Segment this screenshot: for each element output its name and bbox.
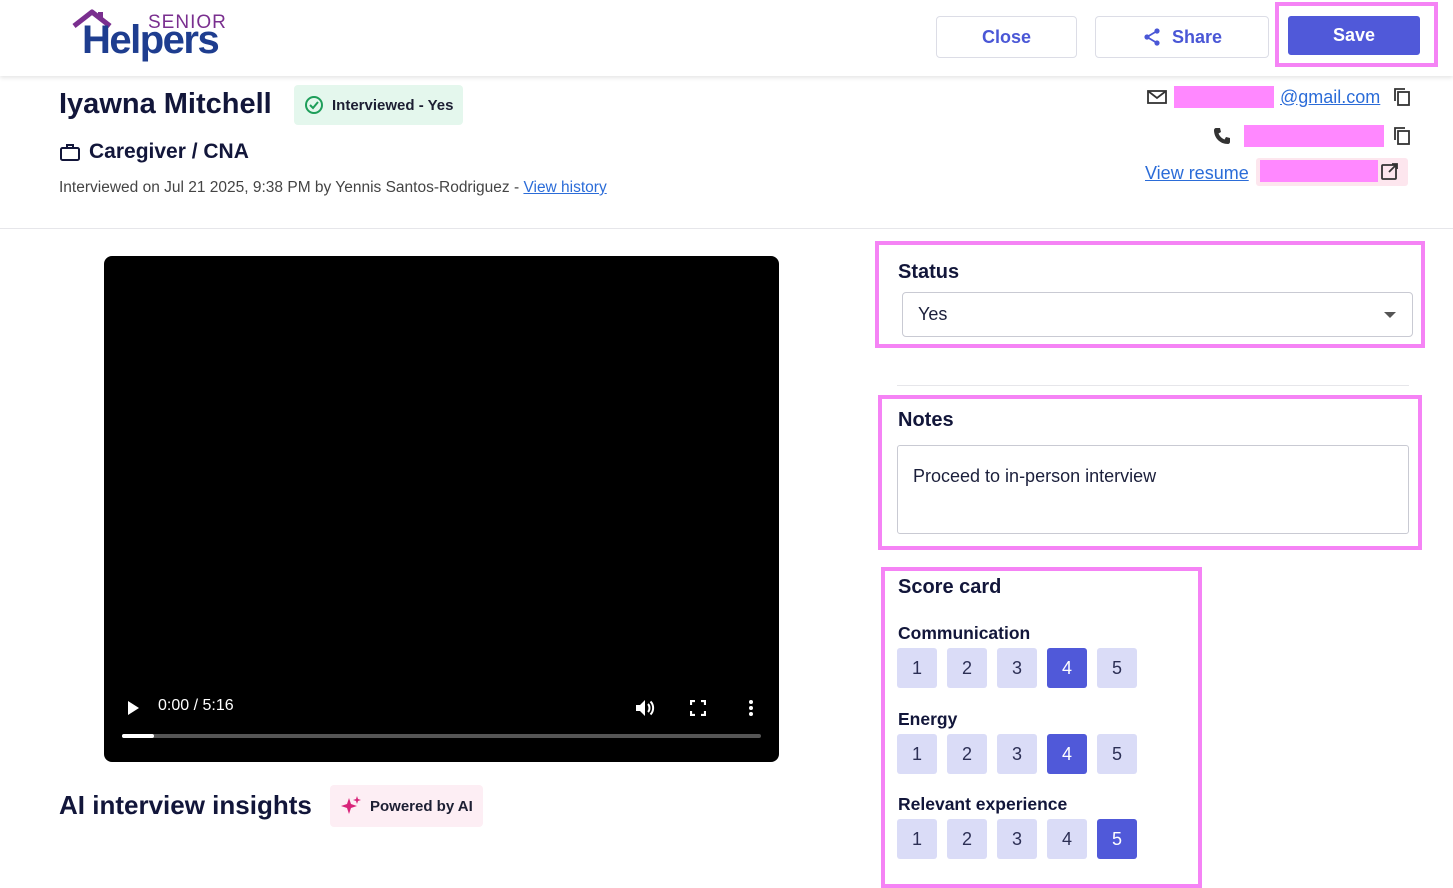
briefcase-icon: [60, 144, 80, 161]
copy-icon[interactable]: [1392, 125, 1412, 147]
status-badge-label: Interviewed - Yes: [332, 96, 454, 114]
score-label: Communication: [898, 623, 1031, 643]
score-option-button[interactable]: 3: [997, 648, 1037, 688]
score-row: 12345: [897, 819, 1137, 859]
ai-insights-title: AI interview insights: [59, 790, 312, 820]
score-option-button[interactable]: 1: [897, 648, 937, 688]
score-option-button[interactable]: 5: [1097, 648, 1137, 688]
score-label: Energy: [898, 709, 958, 729]
fullscreen-icon[interactable]: [690, 700, 706, 716]
score-option-button[interactable]: 1: [897, 819, 937, 859]
video-progress-fill: [122, 734, 154, 738]
score-option-button[interactable]: 5: [1097, 819, 1137, 859]
video-player[interactable]: 0:00 / 5:16: [104, 256, 779, 762]
copy-icon[interactable]: [1392, 86, 1412, 108]
view-resume-link[interactable]: View resume: [1145, 163, 1249, 184]
chevron-down-icon: [1384, 312, 1396, 318]
powered-by-ai-label: Powered by AI: [370, 797, 473, 815]
mail-icon: [1147, 90, 1167, 104]
interview-meta: Interviewed on Jul 21 2025, 9:38 PM by Y…: [59, 179, 607, 197]
top-bar: SENIOR Helpers Close Share Save: [0, 0, 1453, 76]
contact-email: @gmail.com: [1146, 84, 1412, 110]
phone-icon: [1214, 128, 1230, 144]
more-options-icon[interactable]: [748, 699, 754, 717]
score-option-button[interactable]: 4: [1047, 648, 1087, 688]
header-divider: [0, 228, 1453, 229]
volume-icon[interactable]: [634, 698, 656, 718]
score-option-button[interactable]: 2: [947, 734, 987, 774]
powered-by-ai-badge: Powered by AI: [330, 785, 483, 827]
score-row: 12345: [897, 734, 1137, 774]
share-icon: [1144, 28, 1160, 46]
status-title: Status: [898, 261, 960, 283]
external-link-icon: [1381, 163, 1398, 180]
status-select[interactable]: Yes: [902, 292, 1413, 337]
save-button[interactable]: Save: [1288, 16, 1420, 55]
score-option-button[interactable]: 4: [1047, 734, 1087, 774]
score-option-button[interactable]: 2: [947, 648, 987, 688]
close-button[interactable]: Close: [936, 16, 1077, 58]
share-button-label: Share: [1171, 26, 1223, 47]
score-card-title: Score card: [898, 576, 1002, 598]
email-link[interactable]: @gmail.com: [1280, 87, 1380, 108]
resume-redaction: [1260, 160, 1378, 182]
candidate-name: Iyawna Mitchell: [59, 88, 272, 120]
status-select-value: Yes: [918, 304, 948, 324]
close-button-label: Close: [981, 26, 1032, 47]
view-history-link[interactable]: View history: [523, 179, 606, 196]
score-option-button[interactable]: 2: [947, 819, 987, 859]
email-redaction: [1174, 86, 1274, 108]
video-progress-bar[interactable]: [122, 734, 761, 738]
senior-helpers-logo[interactable]: SENIOR Helpers: [72, 8, 242, 68]
notes-textarea[interactable]: Proceed to in-person interview: [897, 445, 1409, 534]
section-divider: [897, 385, 1409, 386]
interview-meta-text: Interviewed on Jul 21 2025, 9:38 PM by Y…: [59, 179, 520, 196]
score-option-button[interactable]: 5: [1097, 734, 1137, 774]
notes-title: Notes: [898, 409, 954, 431]
status-badge: Interviewed - Yes: [294, 85, 464, 125]
score-option-button[interactable]: 3: [997, 734, 1037, 774]
candidate-role: Caregiver / CNA: [59, 140, 249, 164]
score-option-button[interactable]: 3: [997, 819, 1037, 859]
play-icon[interactable]: [126, 700, 140, 716]
share-button[interactable]: Share: [1095, 16, 1269, 58]
role-label: Caregiver / CNA: [89, 140, 249, 163]
score-row: 12345: [897, 648, 1137, 688]
score-label: Relevant experience: [898, 794, 1068, 814]
phone-redaction: [1244, 125, 1384, 147]
score-option-button[interactable]: 4: [1047, 819, 1087, 859]
save-button-label: Save: [1332, 25, 1376, 45]
check-circle-icon: [305, 96, 323, 114]
sparkle-icon: [341, 796, 361, 814]
resume-file-link[interactable]: [1256, 158, 1408, 186]
logo-helpers-text: Helpers: [82, 18, 220, 62]
score-option-button[interactable]: 1: [897, 734, 937, 774]
contact-phone: [1212, 123, 1412, 149]
video-time: 0:00 / 5:16: [158, 697, 234, 714]
